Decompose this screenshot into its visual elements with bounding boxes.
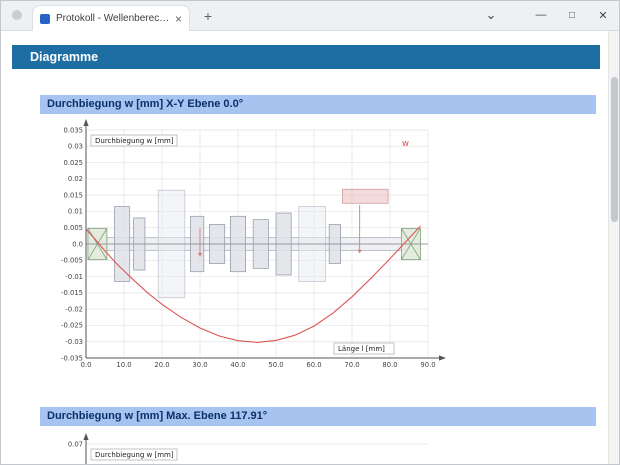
svg-text:40.0: 40.0 [230,361,245,369]
chevron-down-icon[interactable]: ⌄ [476,0,506,30]
svg-text:50.0: 50.0 [268,361,283,369]
svg-text:60.0: 60.0 [306,361,321,369]
svg-text:0.025: 0.025 [64,159,83,167]
svg-text:-0.035: -0.035 [61,354,83,362]
svg-text:Länge l [mm]: Länge l [mm] [338,345,385,353]
svg-text:0.0: 0.0 [72,240,83,248]
maximize-button[interactable]: □ [557,0,587,30]
new-tab-button[interactable]: + [198,6,218,26]
svg-text:-0.005: -0.005 [61,257,83,265]
svg-text:0.015: 0.015 [64,191,83,199]
svg-text:0.035: 0.035 [64,126,83,134]
browser-tab-strip: Protokoll - Wellenberechnung × + ⌄ — □ ✕ [0,0,620,31]
svg-text:30.0: 30.0 [192,361,207,369]
svg-text:90.0: 90.0 [420,361,435,369]
window-icon [12,10,22,20]
svg-text:Durchbiegung w [mm]: Durchbiegung w [mm] [95,451,174,459]
tab-favicon-icon [40,13,50,24]
svg-text:10.0: 10.0 [116,361,131,369]
svg-text:-0.02: -0.02 [65,305,83,313]
report-page: Diagramme Durchbiegung w [mm] X-Y Ebene … [0,31,608,465]
deflection-chart-max-plane: 0.07 Durchbiegung w [mm] [50,432,450,465]
svg-text:80.0: 80.0 [382,361,397,369]
svg-text:0.01: 0.01 [68,208,83,216]
deflection-chart-xy-plane: 0.0 10.0 20.0 30.0 40.0 50.0 60.0 70.0 80.0 90.0 0… [50,118,450,380]
close-button[interactable]: ✕ [588,0,618,30]
scrollbar-thumb[interactable] [611,77,618,222]
tab-title: Protokoll - Wellenberechnung [56,13,171,24]
svg-text:70.0: 70.0 [344,361,359,369]
svg-text:-0.01: -0.01 [65,273,83,281]
svg-text:-0.025: -0.025 [61,322,83,330]
svg-text:0.005: 0.005 [64,224,83,232]
svg-text:0.03: 0.03 [68,143,83,151]
tab-close-icon[interactable]: × [175,12,182,26]
svg-text:-0.015: -0.015 [61,289,83,297]
svg-text:w: w [402,139,409,149]
minimize-button[interactable]: — [526,0,556,30]
section-header-xy-plane: Durchbiegung w [mm] X-Y Ebene 0.0° [40,95,596,114]
svg-text:Durchbiegung w [mm]: Durchbiegung w [mm] [95,137,174,145]
svg-text:20.0: 20.0 [154,361,169,369]
section-header-max-plane: Durchbiegung w [mm] Max. Ebene 117.91° [40,407,596,426]
page-title: Diagramme [12,45,600,69]
browser-tab[interactable]: Protokoll - Wellenberechnung × [32,5,190,31]
vertical-scrollbar[interactable] [608,31,620,465]
svg-text:0.02: 0.02 [68,175,83,183]
svg-text:0.07: 0.07 [68,440,83,448]
svg-text:-0.03: -0.03 [65,338,83,346]
